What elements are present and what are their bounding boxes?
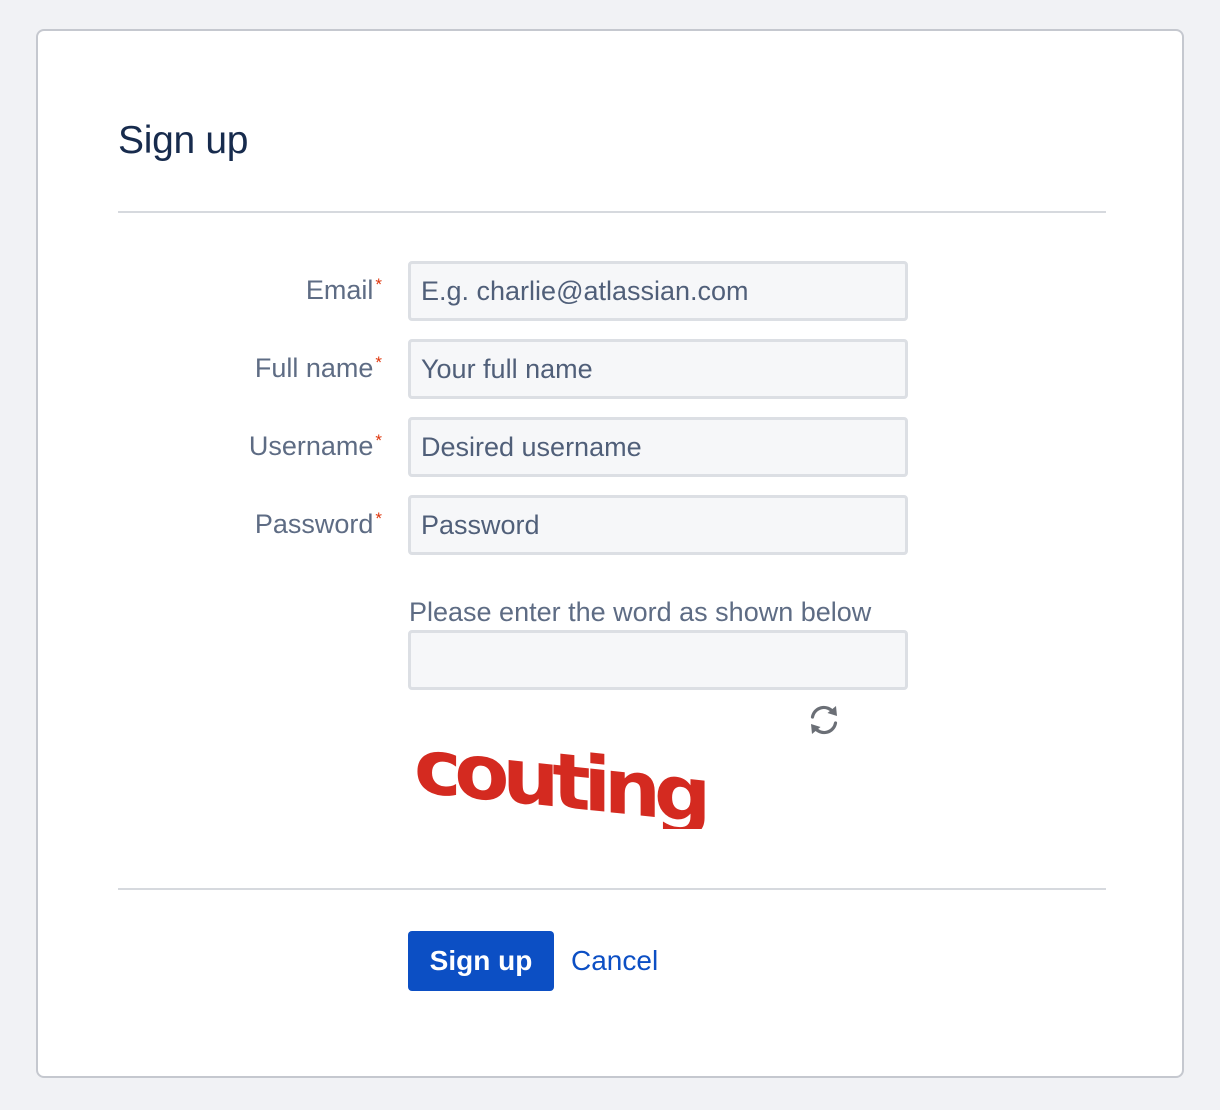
header-divider xyxy=(118,211,1106,213)
password-input[interactable] xyxy=(408,495,908,555)
required-marker: * xyxy=(375,275,382,294)
email-label-text: Email xyxy=(305,275,374,305)
captcha-input[interactable] xyxy=(408,630,908,690)
captcha-label: Please enter the word as shown below xyxy=(409,597,872,627)
footer-divider xyxy=(118,888,1106,890)
required-marker: * xyxy=(375,431,382,450)
sign-up-button[interactable]: Sign up xyxy=(408,931,554,991)
username-label-text: Username xyxy=(248,431,374,461)
email-label: Email * xyxy=(306,272,382,312)
password-label: Password * xyxy=(255,506,382,546)
page-title: Sign up xyxy=(118,119,249,162)
required-marker: * xyxy=(375,509,382,528)
full-name-input[interactable] xyxy=(408,339,908,399)
full-name-label: Full name * xyxy=(255,350,382,390)
username-label: Username * xyxy=(249,428,382,468)
full-name-label-text: Full name xyxy=(254,353,374,383)
signup-card: Sign up Email* Full name* Username* Pass… xyxy=(36,29,1184,1078)
refresh-icon[interactable] xyxy=(806,702,842,738)
password-label-text: Password xyxy=(254,509,374,539)
email-input[interactable] xyxy=(408,261,908,321)
required-marker: * xyxy=(375,353,382,372)
captcha-image: couting xyxy=(414,722,705,829)
username-input[interactable] xyxy=(408,417,908,477)
cancel-link[interactable]: Cancel xyxy=(571,943,658,979)
captcha-word: couting xyxy=(414,722,705,829)
